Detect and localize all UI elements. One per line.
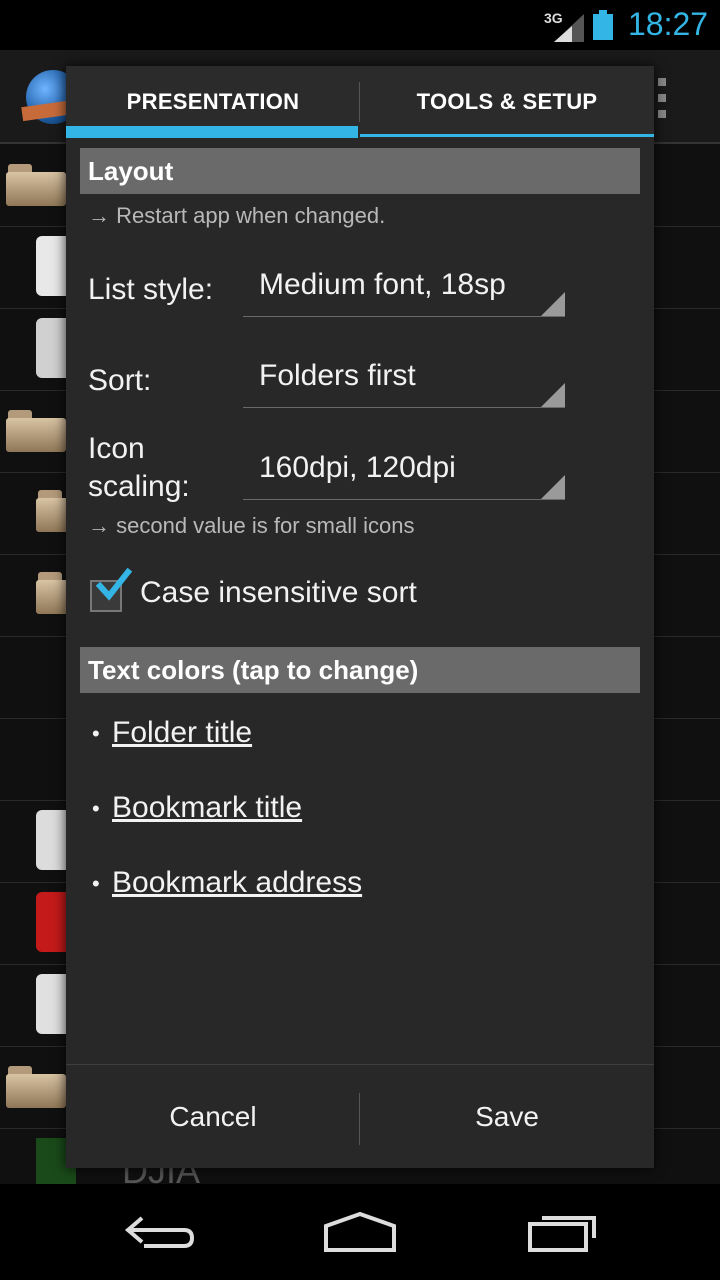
layout-section-header: Layout bbox=[80, 148, 640, 194]
bookmark-address-link-text: Bookmark address bbox=[112, 866, 363, 899]
checkmark-icon bbox=[95, 567, 133, 601]
cancel-button[interactable]: Cancel bbox=[66, 1065, 360, 1169]
bookmark-address-color-link[interactable]: • Bookmark address bbox=[92, 866, 362, 900]
folder-icon bbox=[6, 410, 66, 452]
text-colors-section-header: Text colors (tap to change) bbox=[80, 647, 640, 693]
back-icon[interactable] bbox=[120, 1208, 200, 1256]
save-button[interactable]: Save bbox=[360, 1065, 654, 1169]
icon-scaling-label-line1: Icon bbox=[88, 432, 145, 465]
bookmark-title-color-link[interactable]: • Bookmark title bbox=[92, 791, 302, 825]
clock: 18:27 bbox=[628, 6, 709, 42]
list-style-spinner[interactable]: Medium font, 18sp bbox=[243, 264, 565, 317]
icon-scaling-value: 160dpi, 120dpi bbox=[259, 451, 456, 484]
tab-tools-setup[interactable]: TOOLS & SETUP bbox=[360, 66, 654, 138]
overflow-menu-icon[interactable] bbox=[658, 78, 666, 118]
settings-dialog: PRESENTATION TOOLS & SETUP Layout → Rest… bbox=[66, 66, 654, 1168]
bullet: • bbox=[92, 796, 100, 822]
bullet: • bbox=[92, 871, 100, 897]
case-insensitive-label: Case insensitive sort bbox=[140, 576, 417, 609]
folder-icon bbox=[6, 164, 66, 206]
selected-tab-indicator bbox=[66, 126, 358, 138]
signal-icon bbox=[554, 14, 584, 42]
folder-icon bbox=[6, 1066, 66, 1108]
icon-scaling-hint: → second value is for small icons bbox=[88, 513, 415, 538]
recent-apps-icon[interactable] bbox=[524, 1208, 604, 1256]
battery-icon bbox=[593, 10, 613, 40]
navigation-bar bbox=[0, 1184, 720, 1280]
sort-spinner[interactable]: Folders first bbox=[243, 355, 565, 408]
tab-underline bbox=[360, 134, 654, 137]
restart-hint: → Restart app when changed. bbox=[88, 203, 386, 228]
bullet: • bbox=[92, 721, 100, 747]
icon-scaling-label: Icon scaling: bbox=[88, 430, 190, 506]
list-style-label: List style: bbox=[88, 273, 214, 306]
spinner-arrow-icon bbox=[541, 383, 565, 407]
tab-bar: PRESENTATION TOOLS & SETUP bbox=[66, 66, 654, 138]
status-bar: 3G 18:27 bbox=[0, 0, 720, 50]
folder-title-link-text: Folder title bbox=[112, 716, 253, 749]
icon-scaling-spinner[interactable]: 160dpi, 120dpi bbox=[243, 447, 565, 500]
spinner-arrow-icon bbox=[541, 475, 565, 499]
dialog-button-bar: Cancel Save bbox=[66, 1064, 654, 1169]
sort-value: Folders first bbox=[259, 359, 416, 392]
bookmark-title-link-text: Bookmark title bbox=[112, 791, 303, 824]
folder-title-color-link[interactable]: • Folder title bbox=[92, 716, 252, 750]
icon-scaling-label-line2: scaling: bbox=[88, 470, 190, 503]
home-icon[interactable] bbox=[320, 1208, 400, 1256]
list-style-value: Medium font, 18sp bbox=[259, 268, 506, 301]
spinner-arrow-icon bbox=[541, 292, 565, 316]
sort-label: Sort: bbox=[88, 364, 152, 397]
